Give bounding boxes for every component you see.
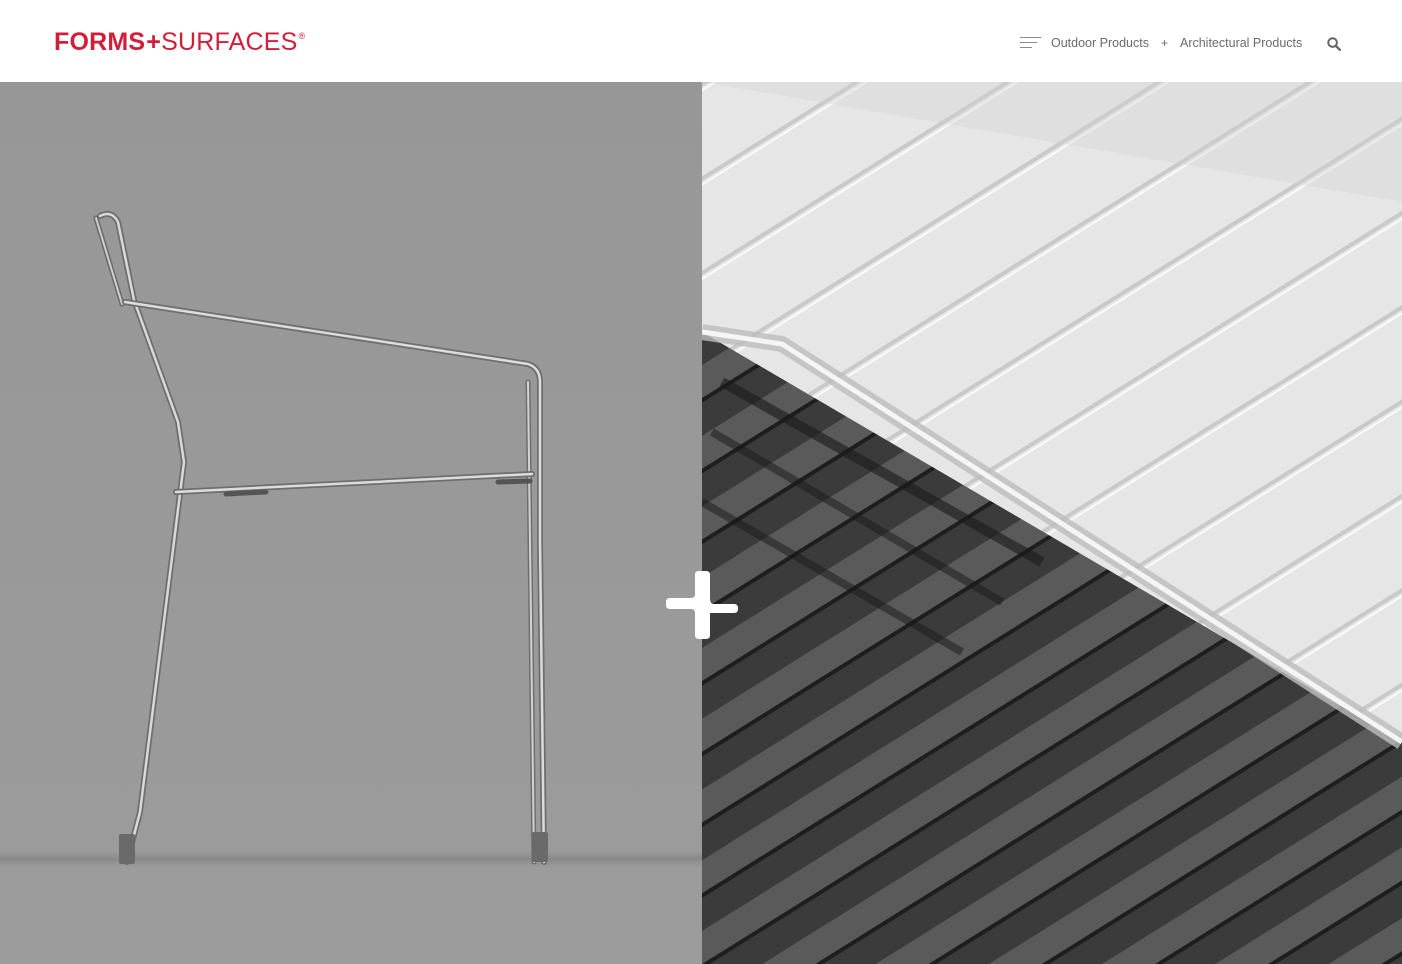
glass-panel-image[interactable] <box>702 82 1402 964</box>
hero-split <box>0 82 1402 964</box>
logo-surfaces-text: SURFACES <box>161 28 298 56</box>
search-icon[interactable] <box>1327 37 1341 51</box>
logo-plus-text: + <box>146 28 162 56</box>
hamburger-menu-icon[interactable] <box>1020 36 1041 50</box>
nav-separator: + <box>1160 36 1168 50</box>
site-header: FORMS + SURFACES ® Outdoor Products + Archi… <box>0 0 1402 82</box>
plus-icon <box>666 571 738 639</box>
nav-link-architectural-products[interactable]: Architectural Products <box>1180 36 1302 50</box>
logo-registered-mark: ® <box>298 31 306 41</box>
brand-logo[interactable]: FORMS + SURFACES ® <box>54 29 305 55</box>
logo-forms-text: FORMS <box>54 28 146 56</box>
chair-image[interactable] <box>0 82 702 964</box>
chair-illustration <box>0 211 702 868</box>
glass-panel-illustration <box>702 82 1402 964</box>
main-nav: Outdoor Products + Architectural Product… <box>1020 34 1302 52</box>
nav-link-outdoor-products[interactable]: Outdoor Products <box>1051 36 1149 50</box>
